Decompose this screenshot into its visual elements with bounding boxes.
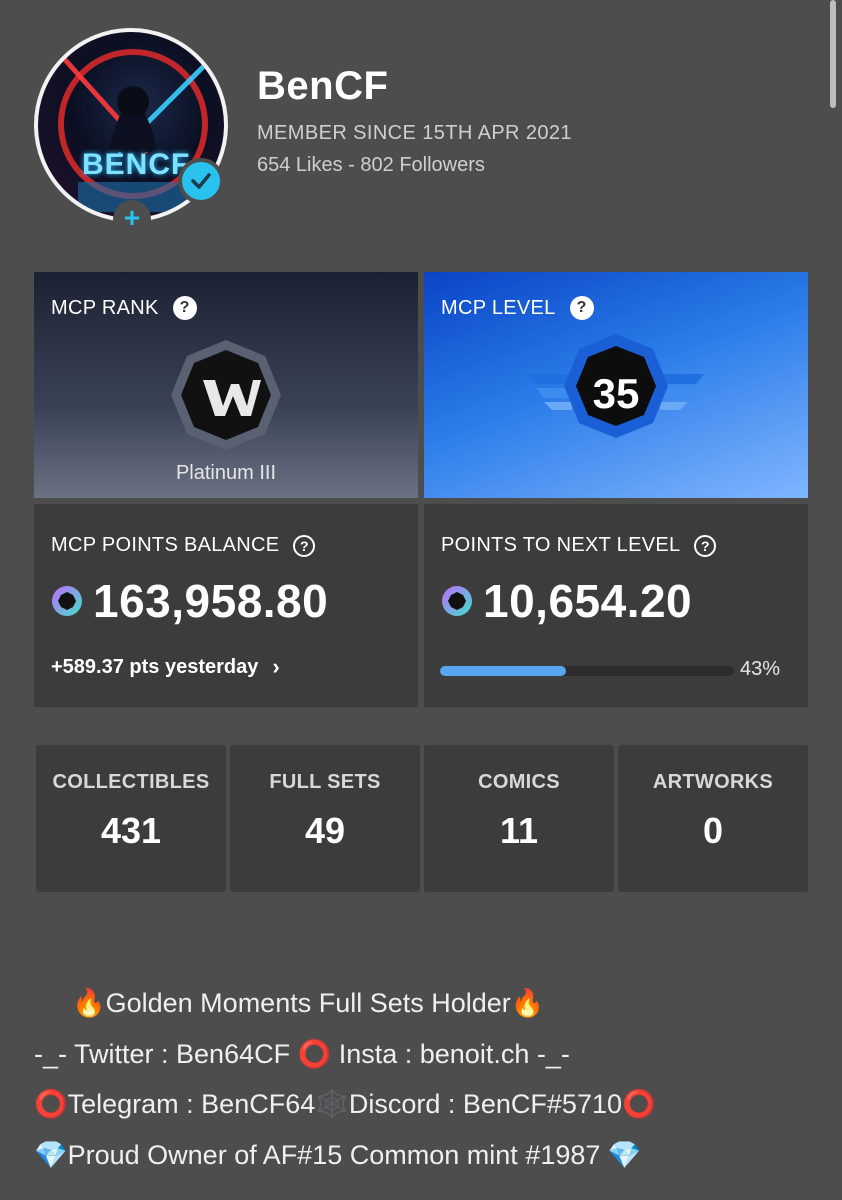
tile-value: 11 [499, 810, 539, 851]
plus-icon: + [123, 202, 141, 233]
points-balance-value: 163,958.80 [93, 575, 329, 627]
likes-followers: 654 Likes - 802 Followers [257, 154, 485, 176]
verified-badge [178, 158, 224, 204]
tile-label: FULL SETS [269, 771, 381, 793]
points-yesterday-link[interactable]: +589.37 pts yesterday › [51, 654, 280, 680]
mcp-level-card: MCP LEVEL ? 35 [424, 272, 808, 498]
question-icon[interactable]: ? [172, 296, 197, 320]
next-level-value: 10,654.20 [483, 575, 693, 627]
mcp-rank-card: MCP RANK ? Platinum III [34, 272, 418, 498]
tile-label: COLLECTIBLES [52, 771, 210, 793]
next-level-title: POINTS TO NEXT LEVEL [441, 534, 681, 556]
rank-name: Platinum III [175, 462, 277, 484]
points-yesterday: +589.37 pts yesterday [51, 655, 259, 678]
level-progress-bar [440, 666, 734, 676]
points-balance-title: MCP POINTS BALANCE [51, 534, 280, 556]
level-number: 35 [592, 370, 640, 417]
tile-value: 49 [304, 810, 346, 851]
profile-header: BENCF + BenCF MEMBER SINCE 15TH APR 2021… [34, 28, 594, 238]
mcp-coin-icon [52, 586, 82, 616]
tile-artworks[interactable]: ARTWORKS 0 [618, 745, 808, 892]
tile-collectibles[interactable]: COLLECTIBLES 431 [36, 745, 226, 892]
level-progress-percent: 43% [740, 658, 781, 680]
chevron-right-icon: › [272, 654, 280, 679]
tile-label: COMICS [478, 771, 560, 793]
bio-line: 🔥Golden Moments Full Sets Holder🔥 [72, 988, 545, 1018]
avatar-text: BENCF [82, 148, 191, 181]
tile-full-sets[interactable]: FULL SETS 49 [230, 745, 420, 892]
mcp-level-title: MCP LEVEL [441, 296, 556, 319]
scrollbar[interactable] [830, 0, 836, 108]
profile-bio: 🔥Golden Moments Full Sets Holder🔥 -_- Tw… [34, 978, 824, 1180]
bio-line: ⭕Telegram : BenCF64🕸️Discord : BenCF#571… [34, 1089, 656, 1119]
level-progress-fill [440, 666, 567, 676]
mcp-rank-title: MCP RANK [51, 296, 159, 319]
bio-line: -_- Twitter : Ben64CF ⭕ Insta : benoit.c… [34, 1038, 570, 1069]
tile-label: ARTWORKS [652, 771, 774, 793]
question-icon[interactable]: ? [293, 534, 316, 557]
check-icon [191, 173, 211, 189]
username: BenCF [257, 64, 389, 108]
points-balance-card: MCP POINTS BALANCE ? 163,958.80 +589.37 … [34, 504, 418, 707]
rank-badge-icon [171, 340, 281, 450]
next-level-card: POINTS TO NEXT LEVEL ? 10,654.20 43% [424, 504, 808, 707]
member-since: MEMBER SINCE 15TH APR 2021 [257, 122, 572, 144]
follow-button[interactable]: + [113, 200, 151, 238]
question-icon[interactable]: ? [694, 534, 717, 557]
bio-line: 💎Proud Owner of AF#15 Common mint #1987 … [34, 1139, 642, 1170]
tile-value: 0 [702, 810, 724, 851]
tile-value: 431 [100, 810, 162, 851]
question-icon[interactable]: ? [569, 296, 594, 320]
tile-comics[interactable]: COMICS 11 [424, 745, 614, 892]
mcp-coin-icon [442, 586, 472, 616]
